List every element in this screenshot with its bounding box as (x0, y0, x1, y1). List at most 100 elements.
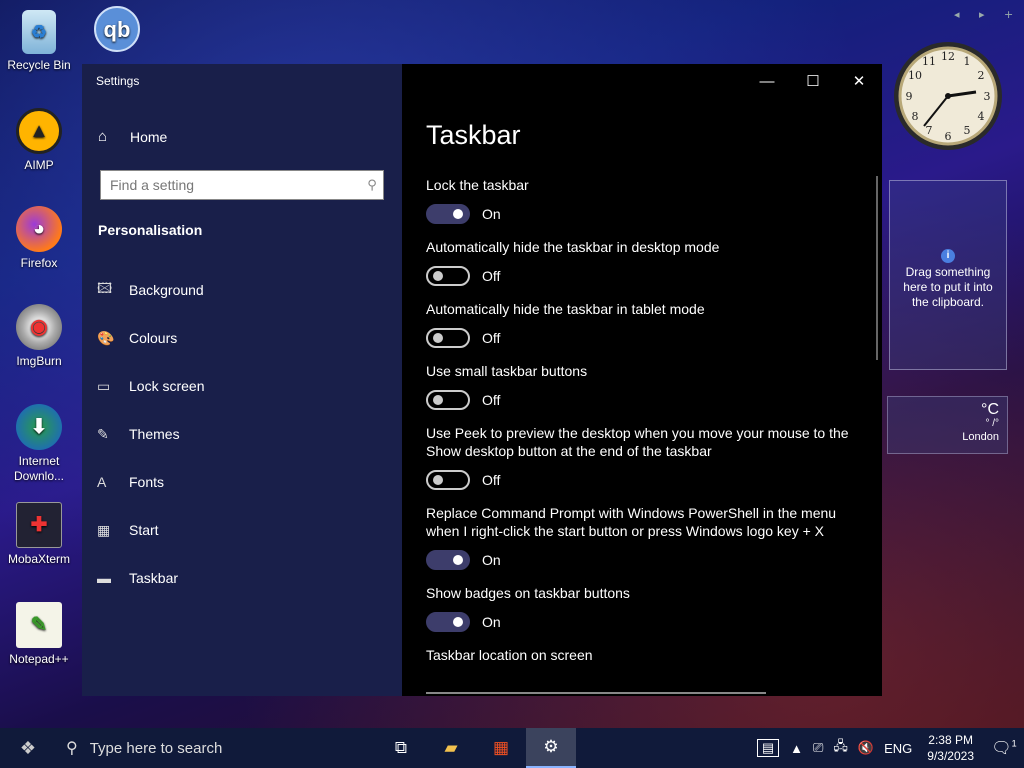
search-icon[interactable]: ⚲ (361, 178, 383, 193)
desktop-icon-aimp[interactable]: ▲ AIMP (2, 108, 76, 173)
autohide-desktop-toggle[interactable] (426, 266, 470, 286)
taskbar: ❖ ⚲ Type here to search ⧉ ▰ ▦ ⚙ ▤ ▲ ⎚ 🖧 … (0, 728, 1024, 768)
desktop-icon-label: Firefox (20, 256, 58, 270)
section-title: Personalisation (98, 222, 203, 238)
toggle-state: On (482, 552, 501, 568)
desktop-icon-label: ImgBurn (16, 354, 62, 368)
clock[interactable]: 2:38 PM 9/3/2023 (917, 732, 984, 764)
sidebar-item-colours[interactable]: 🎨 Colours (82, 314, 402, 362)
sidebar-item-fonts[interactable]: A Fonts (82, 458, 402, 506)
toggle-state: Off (482, 472, 501, 488)
folder-icon: ▰ (444, 738, 458, 757)
setting-peek: Use Peek to preview the desktop when you… (426, 424, 866, 491)
settings-list: Lock the taskbar On Automatically hide t… (426, 176, 866, 677)
desktop-icon-firefox[interactable]: ◕ Firefox (2, 206, 76, 271)
small-buttons-toggle[interactable] (426, 390, 470, 410)
svg-text:11: 11 (922, 55, 936, 68)
internet-download-manager-icon: ⬇ (16, 404, 62, 450)
desktop-icon-qbittorrent[interactable]: qb (80, 6, 154, 56)
sidebar-item-label: Taskbar (129, 570, 179, 586)
info-icon: i (941, 249, 955, 263)
sidebar-item-background[interactable]: 🖾 Background (82, 266, 402, 314)
task-view-button[interactable]: ⧉ (376, 728, 426, 768)
toggle-state: On (482, 206, 501, 222)
gadget-controls[interactable]: ◂ ▸ + (954, 8, 1021, 21)
sidebar-home[interactable]: ⌂ Home (98, 128, 167, 145)
network-icon[interactable]: 🖧 (828, 737, 853, 759)
notification-icon: 🗨 (991, 740, 1012, 757)
sidebar-item-label: Background (129, 282, 204, 298)
sidebar-item-label: Themes (129, 426, 180, 442)
settings-search[interactable]: ⚲ (100, 170, 384, 200)
setting-location: Taskbar location on screen (426, 646, 866, 664)
clipboard-text: Drag something here to put it into the c… (903, 265, 993, 309)
file-explorer-button[interactable]: ▰ (426, 728, 476, 768)
peek-toggle[interactable] (426, 470, 470, 490)
sidebar-item-start[interactable]: ▦ Start (82, 506, 402, 554)
maximize-button[interactable]: ☐ (790, 64, 836, 98)
svg-text:10: 10 (908, 69, 922, 82)
setting-autohide-desktop: Automatically hide the taskbar in deskto… (426, 238, 866, 287)
volume-muted-icon[interactable]: 🔇 (853, 740, 879, 756)
taskbar-location-dropdown[interactable] (426, 692, 766, 696)
svg-text:3: 3 (984, 90, 991, 103)
powershell-toggle[interactable] (426, 550, 470, 570)
setting-label: Taskbar location on screen (426, 647, 593, 663)
desktop-icon-internet-download-manager[interactable]: ⬇ Internet Downlo... (2, 404, 76, 484)
task-view-icon: ⧉ (394, 738, 408, 757)
time-text: 2:38 PM (928, 733, 973, 747)
desktop-icon-label: MobaXterm (7, 552, 71, 566)
scrollbar[interactable] (876, 176, 878, 360)
meet-now-icon[interactable]: ⎚ (808, 740, 828, 756)
setting-label: Show badges on taskbar buttons (426, 585, 630, 601)
setting-label: Automatically hide the taskbar in tablet… (426, 301, 705, 317)
home-label: Home (130, 128, 168, 145)
system-tray: ▤ ▲ ⎚ 🖧 🔇 ENG 2:38 PM 9/3/2023 🗨1 (756, 728, 1024, 768)
svg-text:2: 2 (978, 69, 985, 82)
badges-toggle[interactable] (426, 612, 470, 632)
lock-screen-icon: ▭ (97, 377, 111, 394)
store-button[interactable]: ▦ (476, 728, 526, 768)
setting-label: Use Peek to preview the desktop when you… (426, 425, 849, 459)
desktop-icon-label: Notepad++ (9, 652, 69, 666)
setting-label: Replace Command Prompt with Windows Powe… (426, 505, 837, 539)
sidebar-nav: 🖾 Background 🎨 Colours ▭ Lock screen ✎ T… (82, 266, 402, 602)
desktop-icon-label: Recycle Bin (7, 58, 71, 72)
search-input[interactable] (101, 172, 361, 198)
setting-powershell: Replace Command Prompt with Windows Powe… (426, 504, 866, 571)
aimp-icon: ▲ (16, 108, 62, 154)
sidebar-item-taskbar[interactable]: ▬ Taskbar (82, 554, 402, 602)
chevron-up-icon[interactable]: ▲ (785, 741, 808, 756)
window-title: Settings (96, 74, 140, 88)
clipboard-gadget[interactable]: i Drag something here to put it into the… (889, 180, 1007, 370)
minimize-button[interactable]: — (744, 64, 790, 98)
desktop-icon-mobaxterm[interactable]: ✚ MobaXterm (2, 502, 76, 567)
settings-content: — ☐ ✕ Taskbar Lock the taskbar On Automa… (402, 64, 882, 696)
qbittorrent-icon: qb (94, 6, 140, 52)
clock-gadget: 12 12 345 678 91011 (894, 42, 1002, 150)
news-icon[interactable]: ▤ (756, 739, 780, 757)
sidebar-item-lock-screen[interactable]: ▭ Lock screen (82, 362, 402, 410)
store-icon: ▦ (492, 738, 510, 757)
lock-taskbar-toggle[interactable] (426, 204, 470, 224)
close-button[interactable]: ✕ (836, 64, 882, 98)
sidebar-item-themes[interactable]: ✎ Themes (82, 410, 402, 458)
svg-text:6: 6 (945, 130, 952, 143)
autohide-tablet-toggle[interactable] (426, 328, 470, 348)
notepadpp-icon: ✎ (16, 602, 62, 648)
settings-taskbar-button[interactable]: ⚙ (526, 728, 576, 768)
notification-button[interactable]: 🗨1 (984, 738, 1024, 758)
recycle-bin-icon: ♻ (22, 10, 56, 54)
language-indicator[interactable]: ENG (879, 741, 917, 756)
mobaxterm-icon: ✚ (16, 502, 62, 548)
notification-count: 1 (1011, 738, 1017, 749)
desktop-icon-imgburn[interactable]: ◉ ImgBurn (2, 304, 76, 369)
desktop-icon-notepadpp[interactable]: ✎ Notepad++ (2, 602, 76, 667)
setting-label: Lock the taskbar (426, 177, 529, 193)
weather-gadget[interactable]: °C ° /° London (887, 396, 1008, 454)
desktop-icon-recycle-bin[interactable]: ♻ Recycle Bin (2, 10, 76, 73)
taskbar-search[interactable]: ⚲ Type here to search (56, 728, 376, 768)
svg-text:7: 7 (926, 124, 933, 137)
toggle-state: Off (482, 330, 501, 346)
start-button[interactable]: ❖ (0, 728, 56, 768)
